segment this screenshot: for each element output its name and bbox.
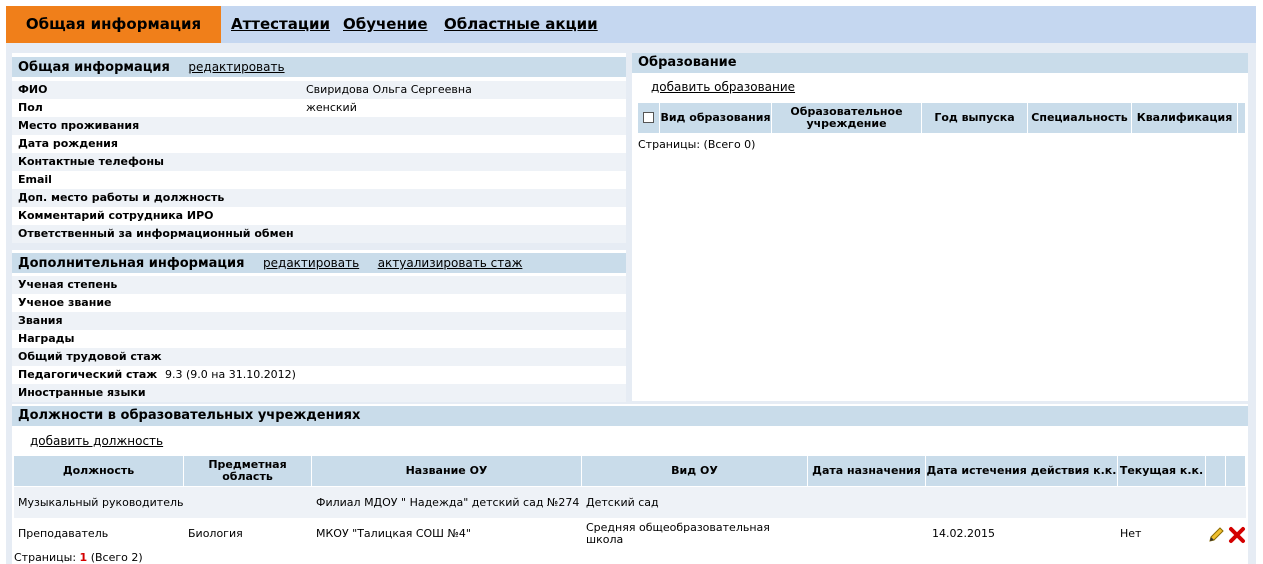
additional-info-title: Дополнительная информация xyxy=(18,256,245,271)
positions-header: Должности в образовательных учреждениях xyxy=(12,406,1248,426)
field-label: Контактные телефоны xyxy=(18,155,164,168)
table-cell: Музыкальный руководитель xyxy=(18,495,184,509)
education-column-header[interactable]: Вид образования xyxy=(660,103,772,133)
additional-info-row: Ученое звание xyxy=(12,294,626,312)
table-cell: Биология xyxy=(188,526,243,540)
field-value: женский xyxy=(306,101,357,114)
additional-info-row: Педагогический стаж 9.3 (9.0 на 31.10.201… xyxy=(12,366,626,384)
additional-info-row: Иностранные языки xyxy=(12,384,626,402)
edit-general-link[interactable]: редактировать xyxy=(188,60,284,74)
pager-current-page[interactable]: 1 xyxy=(80,551,88,564)
edit-additional-link[interactable]: редактировать xyxy=(263,256,359,270)
pager-label: Страницы: xyxy=(14,551,77,564)
additional-info-row: Ученая степень xyxy=(12,276,626,294)
header-spacer xyxy=(1206,456,1226,486)
general-info-title: Общая информация xyxy=(18,60,170,75)
general-info-header: Общая информация редактировать xyxy=(12,57,626,77)
field-label: Педагогический стаж xyxy=(18,368,158,381)
tab-general-info[interactable]: Общая информация xyxy=(6,6,221,43)
table-cell: МКОУ "Талицкая СОШ №4" xyxy=(316,526,471,540)
field-label: Пол xyxy=(18,101,43,114)
education-pager: Страницы: (Всего 0) xyxy=(638,138,756,151)
positions-column-header[interactable]: Дата назначения xyxy=(808,456,926,486)
table-cell xyxy=(808,518,926,549)
pencil-icon[interactable] xyxy=(1207,526,1225,544)
delete-x-icon[interactable] xyxy=(1228,526,1246,544)
field-label: ФИО xyxy=(18,83,48,96)
general-info-row: Комментарий сотрудника ИРО xyxy=(12,207,626,225)
field-label: Ученое звание xyxy=(18,296,112,309)
header-spacer xyxy=(1238,103,1246,133)
field-label: Иностранные языки xyxy=(18,386,146,399)
field-label: Дата рождения xyxy=(18,137,118,150)
education-column-header[interactable]: Образовательное учреждение xyxy=(772,103,922,133)
table-cell: Детский сад xyxy=(586,495,659,509)
tab-regional-actions[interactable]: Областные акции xyxy=(444,6,598,43)
add-education-link[interactable]: добавить образование xyxy=(651,80,795,94)
education-title: Образование xyxy=(638,55,737,70)
additional-info-header: Дополнительная информация редактировать … xyxy=(12,253,626,273)
update-experience-link[interactable]: актуализировать стаж xyxy=(378,256,523,270)
positions-title: Должности в образовательных учреждениях xyxy=(18,408,361,423)
add-position-link[interactable]: добавить должность xyxy=(30,434,163,448)
positions-column-header[interactable]: Текущая к.к. xyxy=(1118,456,1206,486)
education-column-header[interactable]: Специальность xyxy=(1028,103,1132,133)
table-cell: Филиал МДОУ " Надежда" детский сад №274 xyxy=(316,495,580,509)
field-label: Звания xyxy=(18,314,63,327)
additional-info-row: Звания xyxy=(12,312,626,330)
tab-attestations[interactable]: Аттестации xyxy=(231,6,330,43)
field-label: Ответственный за информационный обмен xyxy=(18,227,294,240)
table-cell: Преподаватель xyxy=(18,526,109,540)
general-info-row: Доп. место работы и должность xyxy=(12,189,626,207)
positions-column-header[interactable]: Вид ОУ xyxy=(582,456,808,486)
positions-column-header[interactable]: Дата истечения действия к.к. xyxy=(926,456,1118,486)
positions-pager: Страницы: 1 (Всего 2) xyxy=(14,551,143,564)
table-cell xyxy=(808,487,926,518)
field-value: Свиридова Ольга Сергеевна xyxy=(306,83,472,96)
table-cell: 14.02.2015 xyxy=(932,526,995,540)
tab-training[interactable]: Обучение xyxy=(343,6,428,43)
field-label: Ученая степень xyxy=(18,278,118,291)
general-info-row: Ответственный за информационный обмен xyxy=(12,225,626,243)
positions-column-header[interactable]: Название ОУ xyxy=(312,456,582,486)
field-label: Общий трудовой стаж xyxy=(18,350,162,363)
header-spacer xyxy=(1226,456,1246,486)
field-label: Место проживания xyxy=(18,119,140,132)
general-info-row: ФИО Свиридова Ольга Сергеевна xyxy=(12,81,626,99)
table-cell xyxy=(926,487,1118,518)
field-label: Награды xyxy=(18,332,75,345)
education-header: Образование xyxy=(632,53,1248,73)
table-cell xyxy=(184,487,312,518)
field-label: Комментарий сотрудника ИРО xyxy=(18,209,214,222)
general-info-row: Email xyxy=(12,171,626,189)
select-all-checkbox[interactable] xyxy=(643,112,654,123)
table-cell: Нет xyxy=(1120,526,1142,540)
education-column-header[interactable]: Год выпуска xyxy=(922,103,1028,133)
positions-column-header[interactable]: Должность xyxy=(14,456,184,486)
pager-total: (Всего 2) xyxy=(90,551,143,564)
field-label: Доп. место работы и должность xyxy=(18,191,225,204)
additional-info-row: Награды xyxy=(12,330,626,348)
education-column-header[interactable]: Квалификация xyxy=(1132,103,1238,133)
field-value: 9.3 (9.0 на 31.10.2012) xyxy=(165,368,296,381)
table-cell: Средняя общеобразовательная школа xyxy=(586,520,770,546)
table-cell xyxy=(1118,487,1206,518)
positions-column-header[interactable]: Предметная область xyxy=(184,456,312,486)
general-info-row: Контактные телефоны xyxy=(12,153,626,171)
additional-info-row: Общий трудовой стаж xyxy=(12,348,626,366)
tab-bar: Общая информация Аттестации Обучение Обл… xyxy=(6,6,1256,43)
general-info-row: Пол женский xyxy=(12,99,626,117)
general-info-row: Место проживания xyxy=(12,117,626,135)
general-info-row: Дата рождения xyxy=(12,135,626,153)
field-label: Email xyxy=(18,173,52,186)
